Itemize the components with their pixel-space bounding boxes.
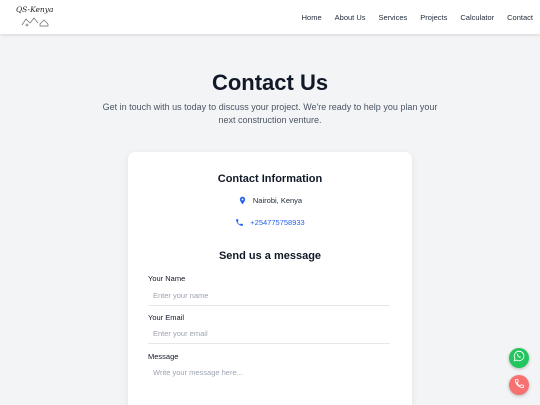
- nav-contact[interactable]: Contact: [507, 13, 533, 22]
- whatsapp-button[interactable]: [509, 348, 529, 368]
- phone-icon: [235, 218, 244, 227]
- nav-services[interactable]: Services: [379, 13, 408, 22]
- message-label: Message: [148, 352, 179, 361]
- page-title: Contact Us: [211, 70, 329, 95]
- email-field[interactable]: [148, 324, 390, 344]
- page-subtitle: Get in touch with us today to discuss yo…: [102, 102, 438, 125]
- logo-text: QS-Kenya: [16, 5, 54, 14]
- phone-link[interactable]: +254775758933: [250, 218, 304, 227]
- call-icon: [514, 376, 525, 394]
- nav-calculator[interactable]: Calculator: [460, 13, 494, 22]
- navbar: QS-Kenya Home About Us Services Projects…: [0, 0, 540, 34]
- main-nav: Home About Us Services Projects Calculat…: [302, 0, 533, 34]
- message-field[interactable]: [148, 363, 390, 403]
- email-label: Your Email: [148, 313, 184, 322]
- nav-about-us[interactable]: About Us: [335, 13, 366, 22]
- whatsapp-icon: [513, 349, 525, 367]
- contact-card: Contact Information Nairobi, Kenya +2547…: [128, 152, 412, 405]
- location-row: Nairobi, Kenya: [128, 196, 412, 205]
- nav-projects[interactable]: Projects: [420, 13, 447, 22]
- map-pin-icon: [238, 196, 247, 205]
- name-label: Your Name: [148, 274, 186, 283]
- nav-home[interactable]: Home: [302, 13, 322, 22]
- name-field[interactable]: [148, 286, 390, 306]
- phone-row: +254775758933: [128, 218, 412, 227]
- message-form-heading: Send us a message: [218, 250, 322, 262]
- location-text: Nairobi, Kenya: [252, 196, 303, 205]
- site-logo[interactable]: QS-Kenya: [16, 5, 56, 29]
- call-button[interactable]: [509, 375, 529, 395]
- contact-info-heading: Contact Information: [217, 173, 323, 185]
- logo-sketch-icon: [21, 17, 49, 27]
